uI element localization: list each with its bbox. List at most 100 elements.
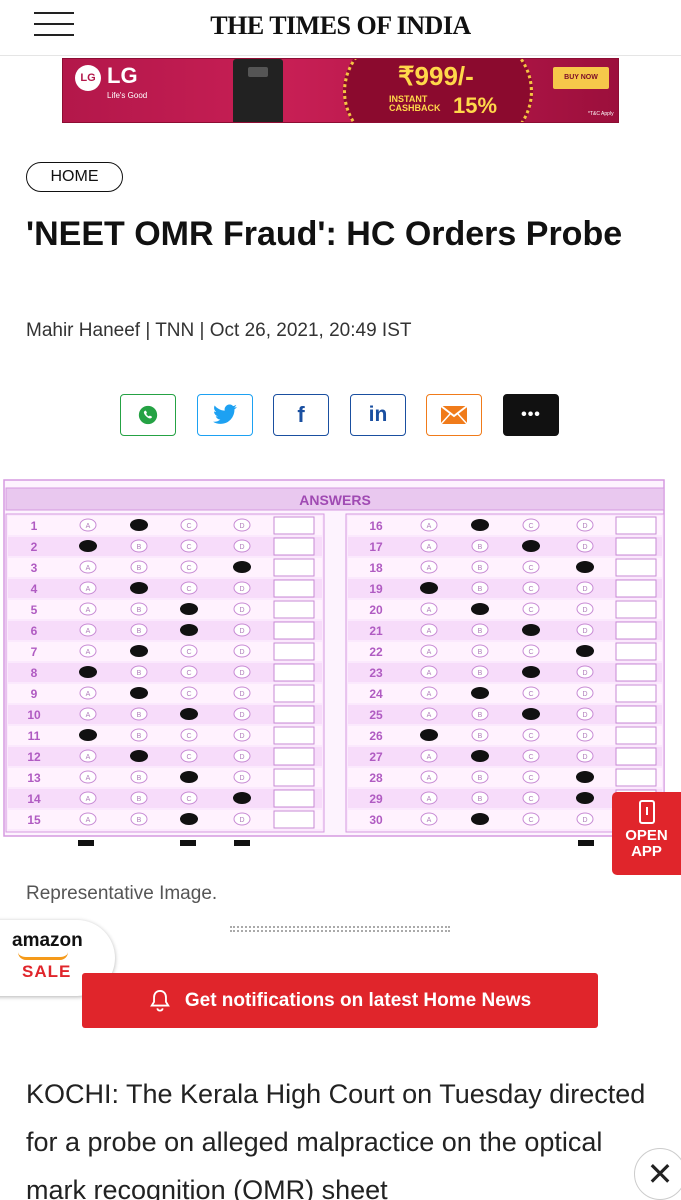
omr-question-number: 19 xyxy=(369,582,383,596)
omr-row xyxy=(348,726,662,745)
omr-question-number: 21 xyxy=(369,624,383,638)
ad-tagline: Life's Good xyxy=(107,91,148,100)
omr-question-number: 16 xyxy=(369,519,383,533)
omr-option-letter: C xyxy=(186,523,191,530)
omr-option-letter: A xyxy=(86,649,91,656)
omr-timing-mark xyxy=(78,840,94,846)
omr-answer-box xyxy=(273,663,315,682)
omr-bubble-filled xyxy=(130,750,148,762)
omr-bubble-filled xyxy=(522,624,540,636)
omr-question-number: 7 xyxy=(31,645,38,659)
omr-option-letter: B xyxy=(478,649,483,656)
ad-product-image xyxy=(233,59,283,122)
omr-option-letter: D xyxy=(582,607,587,614)
omr-question-number: 10 xyxy=(27,708,41,722)
omr-bubble-filled xyxy=(79,666,97,678)
email-icon xyxy=(440,405,468,425)
share-linkedin-button[interactable]: in xyxy=(350,394,406,436)
omr-option-letter: A xyxy=(86,586,91,593)
close-icon[interactable]: ✕ xyxy=(634,1148,681,1200)
omr-question-number: 15 xyxy=(27,813,41,827)
omr-option-letter: D xyxy=(582,523,587,530)
share-whatsapp-button[interactable] xyxy=(120,394,176,436)
omr-bubble-filled xyxy=(471,519,489,531)
omr-bubble-filled xyxy=(576,561,594,573)
omr-answer-box xyxy=(273,747,315,766)
open-app-line1: OPEN xyxy=(625,827,668,844)
omr-option-letter: C xyxy=(186,796,191,803)
omr-answer-box xyxy=(273,537,315,556)
omr-answer-box xyxy=(273,642,315,661)
article-headline: 'NEET OMR Fraud': HC Orders Probe xyxy=(26,215,623,253)
omr-answer-box xyxy=(273,789,315,808)
omr-option-letter: A xyxy=(86,796,91,803)
omr-bubble-filled xyxy=(420,729,438,741)
omr-bubble-filled xyxy=(180,771,198,783)
omr-bubble-filled xyxy=(233,561,251,573)
category-pill[interactable]: HOME xyxy=(26,162,123,192)
omr-timing-mark xyxy=(180,840,196,846)
omr-option-letter: A xyxy=(427,565,432,572)
omr-answer-box xyxy=(615,516,657,535)
omr-answer-box xyxy=(615,621,657,640)
omr-option-letter: A xyxy=(86,607,91,614)
amazon-sale-label: SALE xyxy=(22,962,72,981)
omr-answer-box xyxy=(615,558,657,577)
dotted-divider xyxy=(230,926,450,932)
omr-question-number: 8 xyxy=(31,666,38,680)
omr-bubble-filled xyxy=(130,519,148,531)
omr-option-letter: D xyxy=(239,733,244,740)
omr-answer-box xyxy=(273,621,315,640)
whatsapp-icon xyxy=(138,405,158,425)
amazon-smile-icon xyxy=(18,952,68,960)
omr-option-letter: D xyxy=(239,754,244,761)
omr-answer-box xyxy=(273,600,315,619)
omr-option-letter: B xyxy=(478,712,483,719)
omr-bubble-filled xyxy=(576,771,594,783)
share-email-button[interactable] xyxy=(426,394,482,436)
twitter-icon xyxy=(213,404,237,424)
ad-banner[interactable]: LG LG Life's Good ₹999/- INSTANT CASHBAC… xyxy=(62,58,619,123)
omr-option-letter: B xyxy=(478,733,483,740)
omr-bubble-filled xyxy=(180,603,198,615)
site-logo[interactable]: THE TIMES OF INDIA xyxy=(0,11,681,41)
share-more-button[interactable]: ••• xyxy=(503,394,559,436)
omr-answer-box xyxy=(273,579,315,598)
amazon-logo: amazon xyxy=(12,930,83,951)
omr-option-letter: C xyxy=(528,691,533,698)
ad-buy-now-button[interactable]: BUY NOW xyxy=(553,67,609,89)
omr-option-letter: D xyxy=(239,712,244,719)
omr-option-letter: C xyxy=(528,649,533,656)
omr-option-letter: A xyxy=(427,523,432,530)
omr-option-letter: A xyxy=(427,796,432,803)
omr-bubble-filled xyxy=(180,813,198,825)
omr-answer-box xyxy=(615,537,657,556)
notification-label: Get notifications on latest Home News xyxy=(184,989,532,1011)
omr-option-letter: D xyxy=(239,628,244,635)
omr-answer-box xyxy=(273,705,315,724)
notification-button[interactable]: Get notifications on latest Home News xyxy=(82,973,598,1028)
omr-option-letter: A xyxy=(86,817,91,824)
omr-option-letter: B xyxy=(478,544,483,551)
share-twitter-button[interactable] xyxy=(197,394,253,436)
omr-timing-mark xyxy=(234,840,250,846)
omr-question-number: 1 xyxy=(31,519,38,533)
omr-option-letter: B xyxy=(137,670,142,677)
omr-option-letter: D xyxy=(582,817,587,824)
omr-bubble-filled xyxy=(233,792,251,804)
omr-bubble-filled xyxy=(471,687,489,699)
omr-bubble-filled xyxy=(420,582,438,594)
omr-question-number: 28 xyxy=(369,771,383,785)
omr-question-number: 13 xyxy=(27,771,41,785)
article-byline: Mahir Haneef | TNN | Oct 26, 2021, 20:49… xyxy=(26,320,412,341)
omr-question-number: 26 xyxy=(369,729,383,743)
omr-option-letter: C xyxy=(186,733,191,740)
top-header: THE TIMES OF INDIA xyxy=(0,0,681,56)
share-facebook-button[interactable]: f xyxy=(273,394,329,436)
omr-bubble-filled xyxy=(130,687,148,699)
omr-option-letter: C xyxy=(528,796,533,803)
omr-option-letter: C xyxy=(186,754,191,761)
omr-bubble-filled xyxy=(522,540,540,552)
open-app-button[interactable]: OPEN APP xyxy=(612,792,681,875)
more-icon: ••• xyxy=(521,406,541,423)
